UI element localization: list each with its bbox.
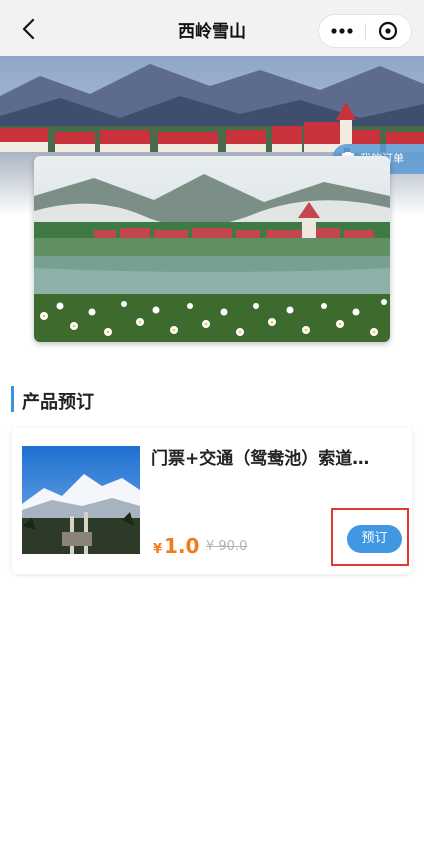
close-circle-icon: [378, 21, 398, 41]
price-currency: ¥: [153, 542, 163, 557]
nav-bar: 西岭雪山: [0, 0, 424, 56]
original-price: ¥ 90.0: [206, 539, 248, 554]
mini-program-capsule: [318, 14, 412, 48]
price-value: 1.0: [164, 534, 200, 558]
lake-scenery-image: [34, 156, 390, 342]
close-button[interactable]: [365, 15, 411, 47]
highlight-box: [331, 508, 409, 566]
product-name: 门票+交通（鸳鸯池）索道…: [151, 449, 370, 469]
more-dots-icon: [331, 28, 353, 34]
more-button[interactable]: [319, 15, 365, 47]
product-thumbnail: [22, 446, 140, 554]
snow-mountain-image: [22, 446, 140, 554]
section-title: 产品预订: [22, 392, 94, 413]
product-price: ¥1.0: [153, 534, 199, 558]
section-accent-bar: [11, 386, 14, 412]
feature-image-card[interactable]: [34, 156, 390, 342]
